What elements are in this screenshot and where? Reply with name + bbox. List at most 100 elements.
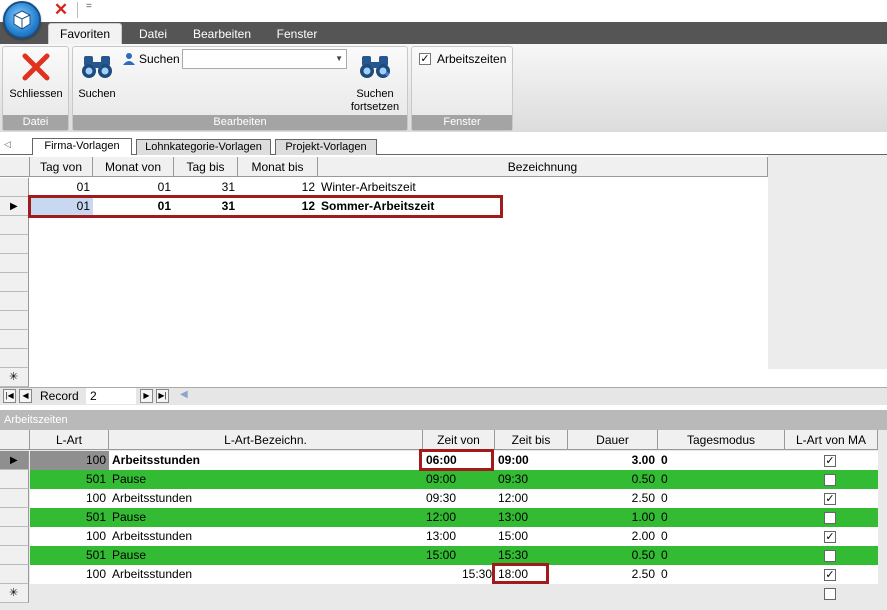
tab-fenster[interactable]: Fenster (268, 24, 326, 44)
cell-lart[interactable]: 100 (30, 451, 109, 470)
lart-von-ma-checkbox[interactable] (824, 550, 836, 562)
lart-von-ma-checkbox[interactable]: ✓ (824, 455, 836, 467)
row-selector[interactable] (0, 470, 29, 489)
cell-dauer[interactable]: 2.00 (568, 527, 658, 546)
column-header-tag-bis[interactable]: Tag bis (174, 157, 238, 177)
quick-close-icon[interactable]: ✕ (50, 1, 72, 19)
cell-lart-bez[interactable]: Pause (109, 508, 423, 527)
record-number-input[interactable]: 2 (86, 388, 136, 404)
cell-dauer[interactable]: 0.50 (568, 470, 658, 489)
search-combobox[interactable]: ▼ (182, 49, 347, 69)
cell-lart-bez[interactable]: Arbeitsstunden (109, 451, 423, 470)
arbeitszeiten-checkbox-label[interactable]: Arbeitszeiten (437, 52, 506, 66)
cell-tagesmodus[interactable]: 0 (658, 470, 785, 489)
chevron-down-icon[interactable]: ▼ (335, 54, 343, 63)
cell-tagesmodus[interactable]: 0 (658, 489, 785, 508)
quick-access-dropdown-icon[interactable]: = (86, 1, 92, 12)
new-row-selector[interactable]: ✳ (0, 368, 29, 387)
app-menu-button[interactable] (3, 1, 41, 39)
cell-lart[interactable]: 100 (30, 527, 109, 546)
cell-zeit-bis[interactable]: 09:30 (495, 470, 568, 489)
cell-lart[interactable]: 100 (30, 489, 109, 508)
row-selector[interactable] (0, 235, 29, 254)
cell-zeit-von[interactable]: 09:30 (423, 489, 495, 508)
cell-lart[interactable]: 100 (30, 565, 109, 584)
first-record-icon[interactable]: |◀ (3, 389, 16, 403)
scroll-left-icon[interactable]: ◀ (180, 389, 188, 400)
lart-von-ma-checkbox[interactable] (824, 474, 836, 486)
lart-von-ma-checkbox[interactable] (824, 512, 836, 524)
new-row-selector[interactable]: ✳ (0, 584, 29, 603)
cell-dauer[interactable]: 2.50 (568, 565, 658, 584)
previous-record-icon[interactable]: ◀ (19, 389, 32, 403)
cell-tagesmodus[interactable]: 0 (658, 546, 785, 565)
table-row[interactable]: 100 Arbeitsstunden 15:30 18:00 2.50 0 ✓ (30, 565, 878, 584)
cell-lart[interactable]: 501 (30, 508, 109, 527)
cell-zeit-von[interactable]: 15:00 (423, 546, 495, 565)
row-selector[interactable] (0, 527, 29, 546)
cell-dauer[interactable]: 0.50 (568, 546, 658, 565)
column-header-monat-von[interactable]: Monat von (93, 157, 174, 177)
tab-firma-vorlagen[interactable]: Firma-Vorlagen (32, 138, 132, 156)
cell-zeit-bis[interactable]: 09:00 (495, 451, 568, 470)
row-selector[interactable] (0, 546, 29, 565)
tab-projekt-vorlagen[interactable]: Projekt-Vorlagen (275, 139, 377, 155)
lart-von-ma-checkbox[interactable] (824, 588, 836, 600)
next-record-icon[interactable]: ▶ (140, 389, 153, 403)
column-header-zeit-von[interactable]: Zeit von (423, 430, 495, 450)
tab-favoriten[interactable]: Favoriten (48, 23, 122, 45)
cell-zeit-von[interactable]: 12:00 (423, 508, 495, 527)
tab-datei[interactable]: Datei (130, 24, 176, 44)
table-row[interactable]: 100 Arbeitsstunden 13:00 15:00 2.00 0 ✓ (30, 527, 878, 546)
cell-tagesmodus[interactable]: 0 (658, 451, 785, 470)
column-header-tag-von[interactable]: Tag von (30, 157, 93, 177)
column-header-lart-von-ma[interactable]: L-Art von MA (785, 430, 878, 450)
row-selector[interactable] (0, 178, 29, 197)
row-selector[interactable] (0, 292, 29, 311)
arbeitszeiten-checkbox[interactable]: ✓ (419, 53, 431, 65)
lart-von-ma-checkbox[interactable]: ✓ (824, 531, 836, 543)
search-continue-button[interactable]: Suchen fortsetzen (345, 50, 405, 113)
column-header-bezeichnung[interactable]: Bezeichnung (318, 157, 768, 177)
cell-tagesmodus[interactable]: 0 (658, 527, 785, 546)
lart-von-ma-checkbox[interactable]: ✓ (824, 569, 836, 581)
new-table-row[interactable] (30, 584, 878, 603)
table-row[interactable]: 501 Pause 09:00 09:30 0.50 0 (30, 470, 878, 489)
column-header-monat-bis[interactable]: Monat bis (238, 157, 318, 177)
close-button[interactable]: Schliessen (4, 50, 68, 110)
table-row[interactable]: 100 Arbeitsstunden 09:30 12:00 2.50 0 ✓ (30, 489, 878, 508)
row-selector[interactable] (0, 273, 29, 292)
last-record-icon[interactable]: ▶| (156, 389, 169, 403)
cell-lart-bez[interactable]: Pause (109, 546, 423, 565)
cell-dauer[interactable]: 1.00 (568, 508, 658, 527)
cell-zeit-bis[interactable]: 12:00 (495, 489, 568, 508)
cell-lart[interactable]: 501 (30, 546, 109, 565)
column-header-dauer[interactable]: Dauer (568, 430, 658, 450)
row-selector[interactable] (0, 216, 29, 235)
row-selector[interactable] (0, 330, 29, 349)
table-row[interactable]: 501 Pause 12:00 13:00 1.00 0 (30, 508, 878, 527)
row-selector[interactable] (0, 349, 29, 368)
tab-scroll-left-icon[interactable]: ◁ (4, 139, 11, 150)
cell-zeit-von[interactable]: 15:30 (423, 565, 495, 584)
cell-zeit-bis[interactable]: 13:00 (495, 508, 568, 527)
column-header-zeit-bis[interactable]: Zeit bis (495, 430, 568, 450)
cell-tagesmodus[interactable]: 0 (658, 565, 785, 584)
tab-bearbeiten[interactable]: Bearbeiten (188, 24, 256, 44)
cell-zeit-von[interactable]: 09:00 (423, 470, 495, 489)
cell-zeit-bis[interactable]: 15:00 (495, 527, 568, 546)
lart-von-ma-checkbox[interactable]: ✓ (824, 493, 836, 505)
search-button[interactable]: Suchen (74, 50, 120, 110)
cell-dauer[interactable]: 3.00 (568, 451, 658, 470)
row-selector[interactable] (0, 311, 29, 330)
cell-lart-bez[interactable]: Arbeitsstunden (109, 565, 423, 584)
cell-tagesmodus[interactable]: 0 (658, 508, 785, 527)
column-header-lart-bezeichn[interactable]: L-Art-Bezeichn. (109, 430, 423, 450)
cell-lart-bez[interactable]: Pause (109, 470, 423, 489)
table-row[interactable]: 501 Pause 15:00 15:30 0.50 0 (30, 546, 878, 565)
tab-lohnkategorie-vorlagen[interactable]: Lohnkategorie-Vorlagen (136, 139, 271, 155)
row-selector[interactable] (0, 508, 29, 527)
row-selector[interactable] (0, 489, 29, 508)
column-header-lart[interactable]: L-Art (30, 430, 109, 450)
row-selector-current[interactable]: ▶ (0, 451, 29, 470)
